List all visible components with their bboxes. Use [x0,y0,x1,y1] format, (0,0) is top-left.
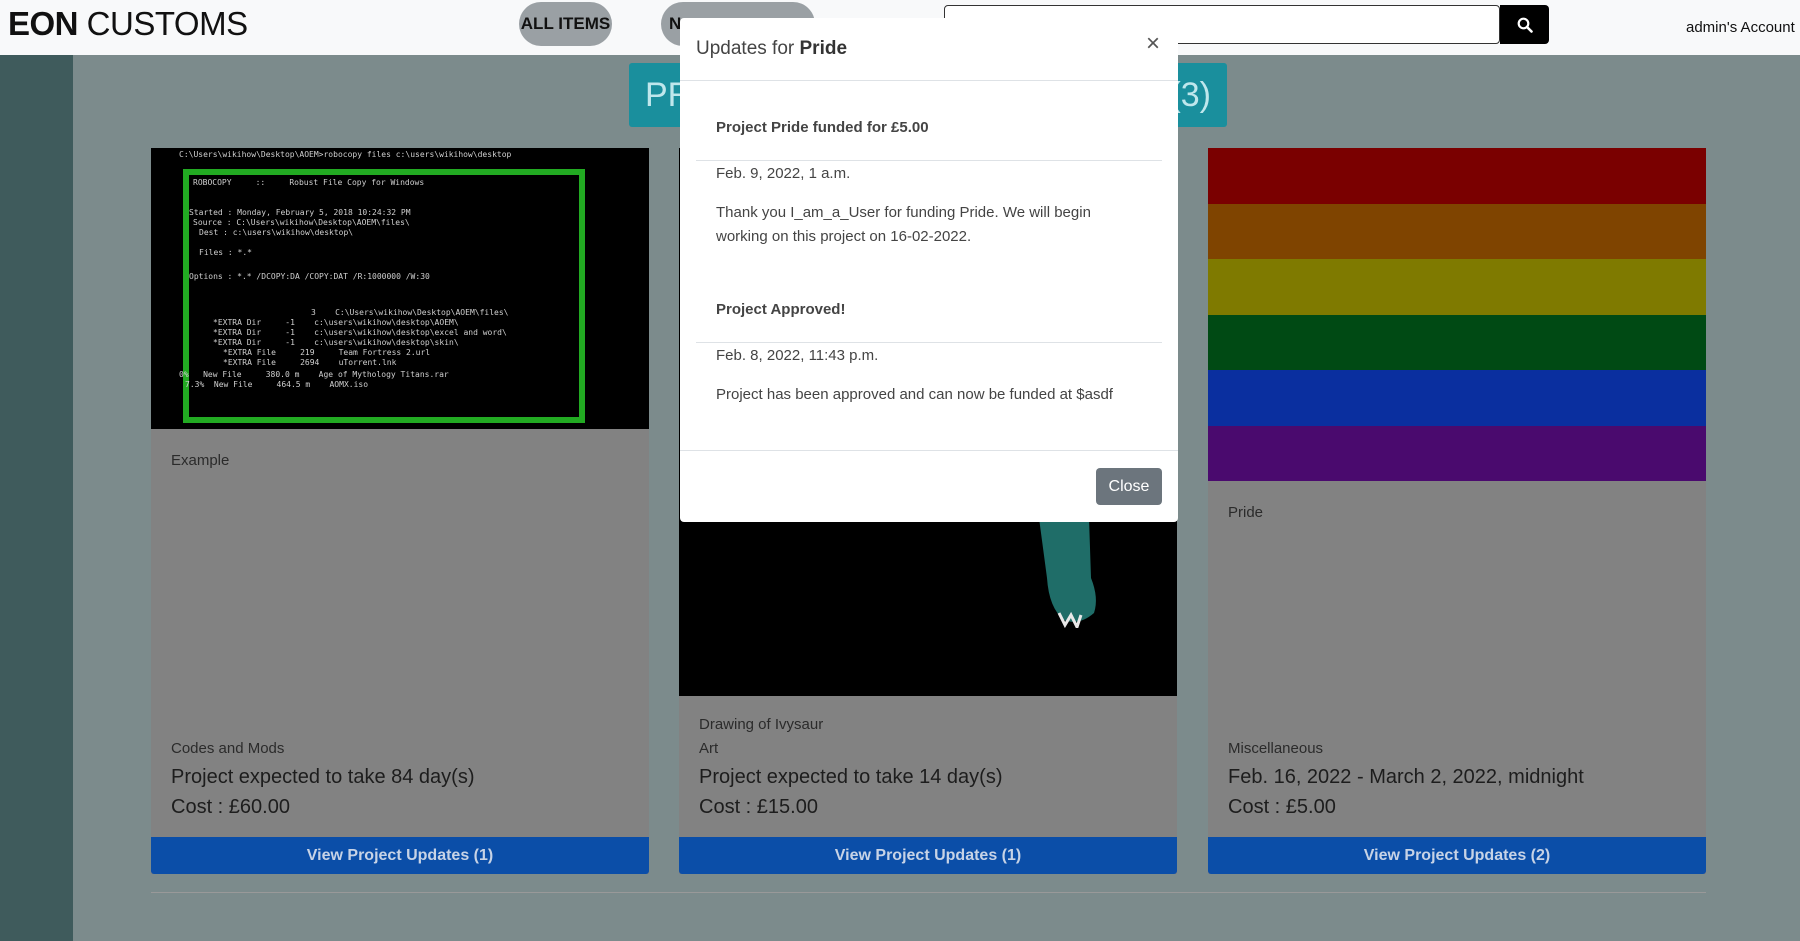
search-icon [1517,17,1533,33]
project-name: Drawing of Ivysaur [699,716,824,733]
all-items-button[interactable]: ALL ITEMS [519,2,612,46]
terminal-line: Started : Monday, February 5, 2018 10:24… [189,208,411,217]
account-link[interactable]: admin's Account [1686,19,1795,36]
flag-stripe [1208,314,1706,370]
flag-stripe [1208,425,1706,481]
project-duration: Project expected to take 84 day(s) [171,766,475,788]
terminal-line: Source : C:\Users\wikihow\Desktop\AOEM\f… [193,218,410,227]
terminal-line: ROBOCOPY :: Robust File Copy for Windows [193,178,425,187]
project-duration: Project expected to take 14 day(s) [699,766,1003,788]
update-text: Project has been approved and can now be… [716,386,1113,403]
project-name: Pride [1228,504,1264,521]
update-divider [696,160,1162,161]
close-button[interactable]: Close [1096,468,1162,505]
project-card: C:\Users\wikihow\Desktop\AOEM>robocopy f… [151,148,649,874]
terminal-line: *EXTRA Dir -1 c:\users\wikihow\desktop\s… [213,338,459,347]
update-divider [696,342,1162,343]
project-image [1208,148,1706,481]
search-button[interactable] [1500,5,1549,44]
project-name: Example [171,452,230,469]
project-cost: Cost : £15.00 [699,796,818,818]
view-project-updates-button[interactable]: View Project Updates (1) [679,837,1177,874]
terminal-line: Options : *.* /DCOPY:DA /COPY:DAT /R:100… [189,272,430,281]
divider [151,892,1706,893]
terminal-line: *EXTRA File 2694 uTorrent.lnk [223,358,397,367]
project-image: C:\Users\wikihow\Desktop\AOEM>robocopy f… [151,148,649,429]
terminal-line: 0% New File 380.0 m Age of Mythology Tit… [179,370,449,379]
project-dates: Feb. 16, 2022 - March 2, 2022, midnight [1228,766,1584,788]
update-text: Thank you I_am_a_User for funding Pride.… [716,204,1091,245]
project-card: Pride Miscellaneous Feb. 16, 2022 - Marc… [1208,148,1706,874]
terminal-line: *EXTRA Dir -1 c:\users\wikihow\desktop\e… [213,328,507,337]
terminal-line: Dest : c:\users\wikihow\desktop\ [199,228,354,237]
terminal-line: *EXTRA File 219 Team Fortress 2.url [223,348,431,357]
project-cost: Cost : £60.00 [171,796,290,818]
terminal-line: *EXTRA Dir -1 c:\users\wikihow\desktop\A… [213,318,459,327]
brand-logo[interactable]: EON CUSTOMS [8,5,248,43]
flag-stripe [1208,259,1706,315]
sidebar [0,55,73,941]
terminal-line: C:\Users\wikihow\Desktop\AOEM>robocopy f… [179,150,512,159]
ivysaur-drawing [1039,518,1096,628]
flag-stripe [1208,370,1706,426]
modal-title: Updates for Pride [696,38,848,59]
view-project-updates-button[interactable]: View Project Updates (1) [151,837,649,874]
flag-stripe [1208,148,1706,204]
update-title: Project Pride funded for £5.00 [716,119,929,136]
terminal-line: 7.3% New File 464.5 m AOMX.iso [185,380,369,389]
update-date: Feb. 8, 2022, 11:43 p.m. [716,347,879,364]
updates-modal: Updates for Pride × Project Pride funded… [680,18,1178,522]
terminal-line: 3 C:\Users\wikihow\Desktop\AOEM\files\ [311,308,509,317]
project-category: Art [699,740,719,757]
project-category: Miscellaneous [1228,740,1324,757]
modal-footer-divider [680,450,1178,451]
terminal-line: Files : *.* [199,248,252,257]
close-icon[interactable]: × [1146,32,1160,56]
project-cost: Cost : £5.00 [1228,796,1336,818]
update-date: Feb. 9, 2022, 1 a.m. [716,165,851,182]
update-title: Project Approved! [716,301,846,318]
view-project-updates-button[interactable]: View Project Updates (2) [1208,837,1706,874]
project-category: Codes and Mods [171,740,285,757]
flag-stripe [1208,203,1706,259]
modal-header: Updates for Pride × [680,18,1178,81]
